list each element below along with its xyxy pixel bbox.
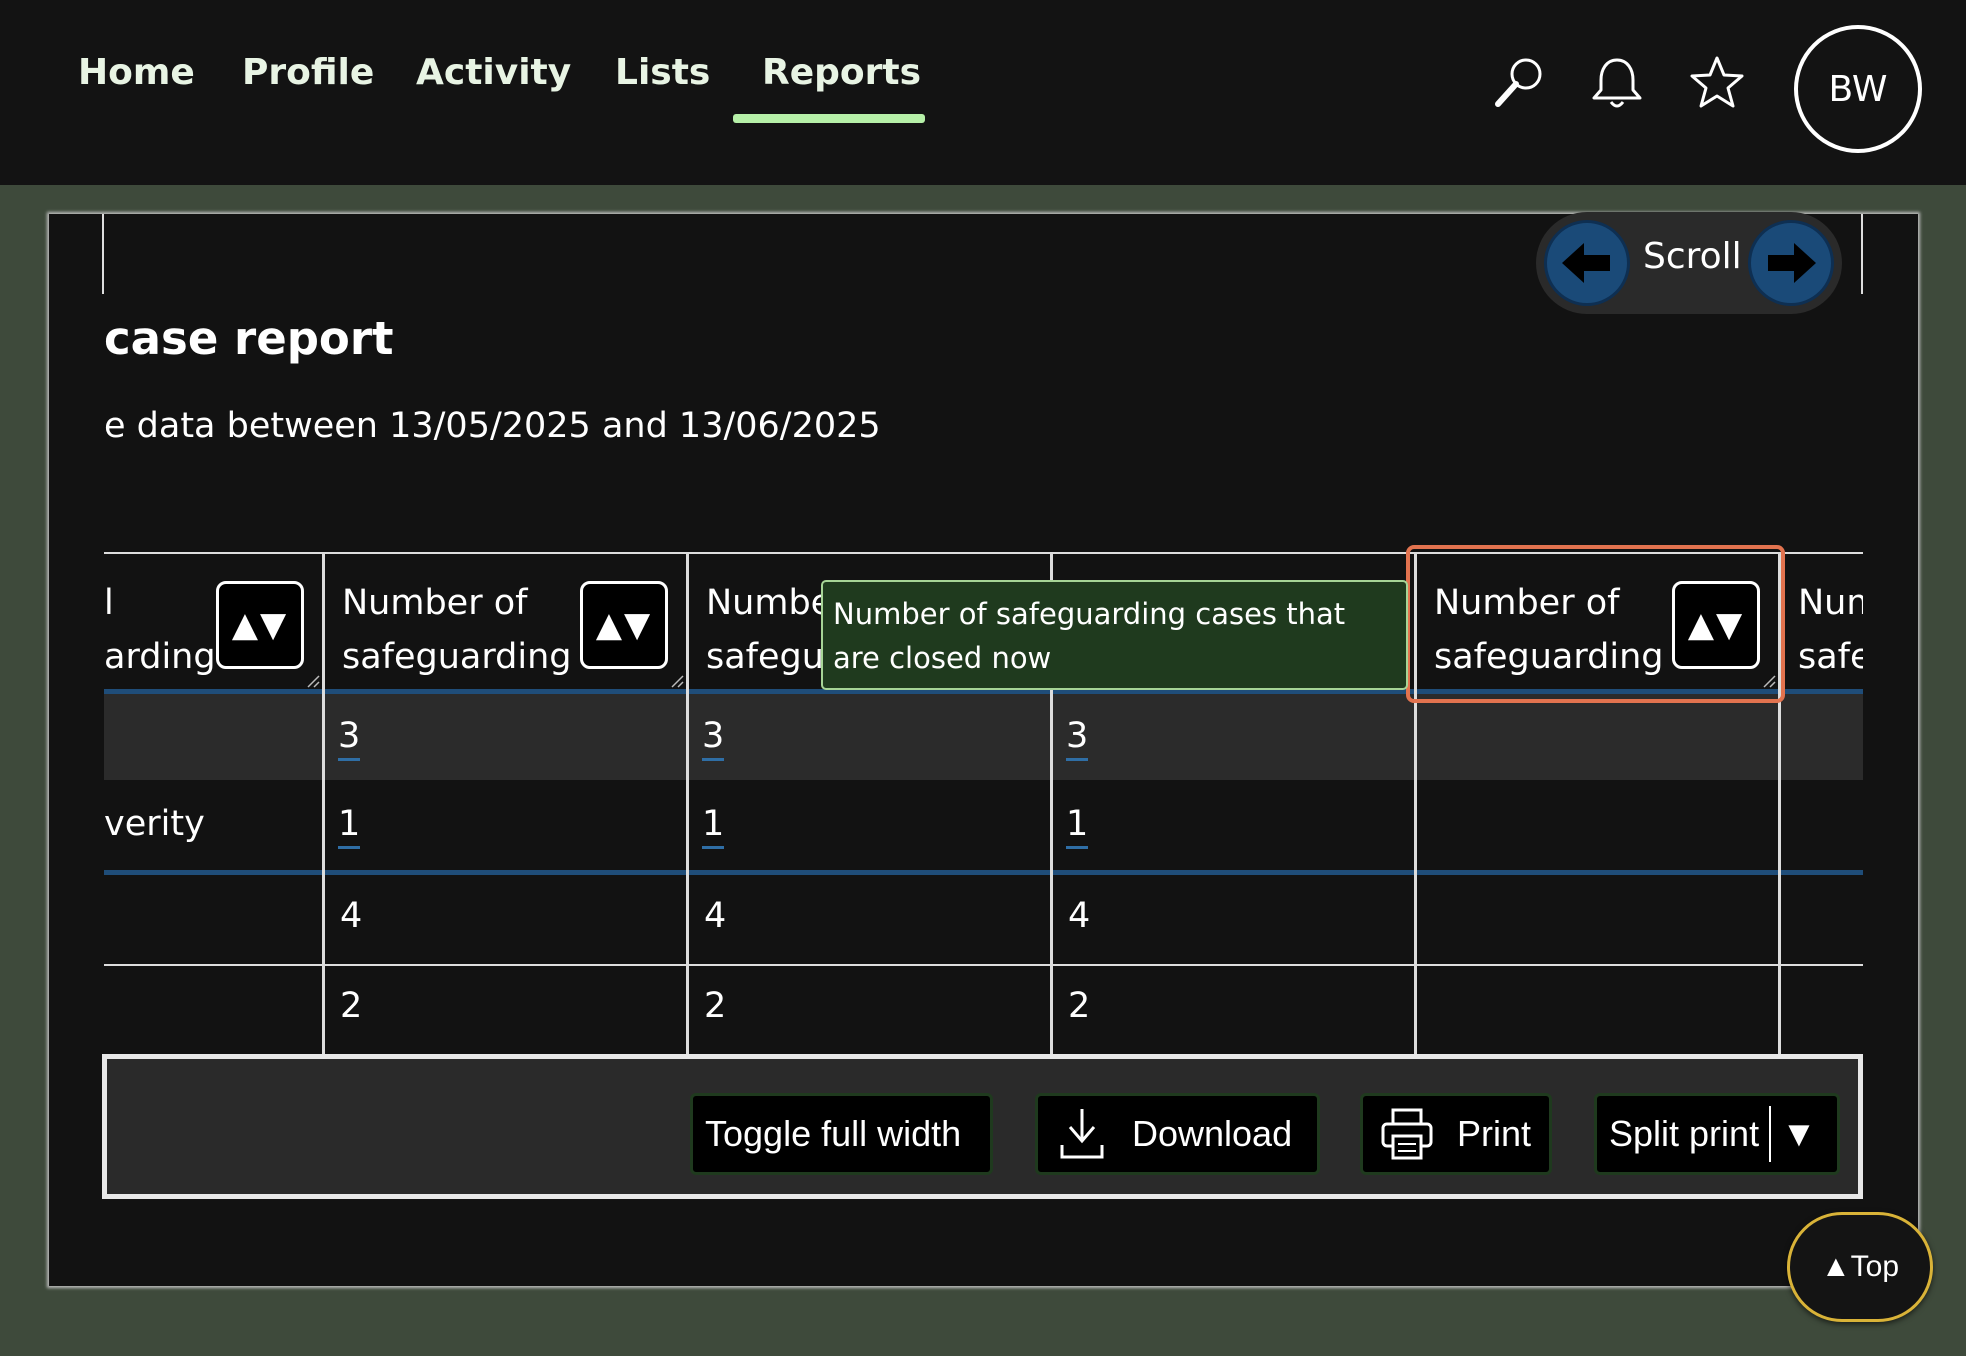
split-divider xyxy=(1769,1106,1772,1162)
favourites-button[interactable] xyxy=(1686,52,1748,114)
back-to-top-button[interactable]: ▲Top xyxy=(1787,1212,1933,1322)
nav-reports[interactable]: Reports xyxy=(762,52,921,93)
table-cell: 2 xyxy=(704,986,727,1026)
column-header: Numbe safegu xyxy=(706,583,833,677)
download-icon xyxy=(1060,1109,1104,1159)
table-row-shade xyxy=(104,694,1863,780)
chevron-down-icon[interactable]: ▼ xyxy=(1781,1113,1817,1155)
table-cell[interactable]: 1 xyxy=(338,804,361,849)
nav-profile[interactable]: Profile xyxy=(242,52,374,93)
active-tab-indicator xyxy=(733,114,925,123)
resize-handle-icon[interactable] xyxy=(670,674,684,688)
row-label: verity xyxy=(104,804,205,844)
table-cell[interactable]: 3 xyxy=(1066,716,1089,761)
download-label: Download xyxy=(1132,1113,1293,1154)
arrow-right-icon xyxy=(1768,243,1816,283)
toggle-full-width-label: Toggle full width xyxy=(705,1113,962,1154)
arrow-left-icon xyxy=(1562,243,1610,283)
top-navigation: Home Profile Activity Lists Reports BW xyxy=(0,0,1966,185)
notifications-button[interactable] xyxy=(1586,52,1648,114)
card-divider xyxy=(102,214,104,294)
table-cell: 2 xyxy=(340,986,363,1026)
focused-column-header-outline xyxy=(1406,545,1785,703)
resize-handle-icon[interactable] xyxy=(306,674,320,688)
table-cell[interactable]: 1 xyxy=(702,804,725,849)
user-avatar[interactable]: BW xyxy=(1794,25,1922,153)
star-icon xyxy=(1690,56,1744,108)
group-divider xyxy=(104,870,1863,875)
split-print-label: Split print xyxy=(1609,1113,1760,1154)
column-tooltip: Number of safeguarding cases that are cl… xyxy=(821,580,1408,690)
printer-icon xyxy=(1381,1108,1433,1160)
print-button[interactable]: Print xyxy=(1360,1093,1552,1175)
download-button[interactable]: Download xyxy=(1035,1093,1320,1175)
table-cell: 4 xyxy=(1068,896,1091,936)
report-date-range: e data between 13/05/2025 and 13/06/2025 xyxy=(104,406,881,446)
bell-icon xyxy=(1592,58,1642,108)
table-cell: 4 xyxy=(340,896,363,936)
nav-home[interactable]: Home xyxy=(78,52,195,93)
report-title: case report xyxy=(104,312,394,365)
sort-button[interactable]: ▲▼ xyxy=(580,581,668,669)
nav-activity[interactable]: Activity xyxy=(416,52,571,93)
scroll-right-button[interactable] xyxy=(1748,220,1834,306)
split-print-button[interactable]: Split print ▼ xyxy=(1594,1093,1840,1175)
nav-lists[interactable]: Lists xyxy=(615,52,710,93)
column-header: Number of safeguarding xyxy=(342,583,572,677)
print-label: Print xyxy=(1457,1113,1532,1154)
scroll-left-button[interactable] xyxy=(1544,220,1630,306)
search-icon xyxy=(1495,58,1542,107)
scroll-label: Scroll xyxy=(1643,236,1742,277)
table-cell: 4 xyxy=(704,896,727,936)
toggle-full-width-button[interactable]: Toggle full width xyxy=(690,1093,993,1175)
card-divider xyxy=(1861,214,1863,294)
table-cell[interactable]: 3 xyxy=(338,716,361,761)
column-header: l arding xyxy=(104,583,216,677)
column-header: Num safe xyxy=(1798,583,1863,677)
sort-button[interactable]: ▲▼ xyxy=(216,581,304,669)
scroll-control: Scroll xyxy=(1536,212,1842,314)
table-cell: 2 xyxy=(1068,986,1091,1026)
table-cell[interactable]: 1 xyxy=(1066,804,1089,849)
search-button[interactable] xyxy=(1488,52,1550,114)
table-cell[interactable]: 3 xyxy=(702,716,725,761)
